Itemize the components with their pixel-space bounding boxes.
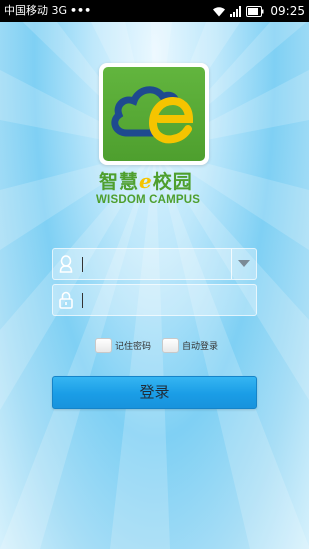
status-icons: 09:25 <box>212 0 305 22</box>
cloud-e-logo-icon <box>111 86 194 144</box>
text-cursor <box>82 293 83 308</box>
carrier-name: 中国移动 3G <box>4 4 68 17</box>
remember-password-checkbox[interactable]: 记住密码 <box>95 336 151 354</box>
auto-login-checkbox[interactable]: 自动登录 <box>162 336 218 354</box>
brand-cn-part2: 校园 <box>152 171 193 193</box>
logo-tile <box>103 67 205 161</box>
clock: 09:25 <box>270 4 305 18</box>
login-button[interactable]: 登录 <box>52 376 257 409</box>
password-field[interactable] <box>52 284 257 316</box>
brand-name-cn: 智慧e校园 <box>99 169 219 193</box>
username-field[interactable] <box>52 248 257 280</box>
wifi-icon <box>212 6 226 17</box>
login-screen: 中国移动 3G ••• 09:25 智慧e校园 WISDOM CAMPUS 记住… <box>0 0 309 549</box>
carrier-info: 中国移动 3G ••• <box>4 0 91 22</box>
brand-name-en: WISDOM CAMPUS <box>96 194 201 206</box>
account-dropdown-button[interactable] <box>231 249 256 279</box>
username-input[interactable] <box>79 252 229 276</box>
lock-icon <box>59 291 73 309</box>
more-dots: ••• <box>70 4 92 17</box>
text-cursor <box>82 257 83 272</box>
status-bar: 中国移动 3G ••• 09:25 <box>0 0 309 22</box>
auto-login-label: 自动登录 <box>182 341 219 352</box>
checkbox-box[interactable] <box>162 337 179 353</box>
app-logo <box>99 63 209 165</box>
password-input[interactable] <box>79 288 229 312</box>
battery-icon <box>246 5 264 17</box>
checkbox-box[interactable] <box>95 337 112 353</box>
user-icon <box>59 255 73 273</box>
brand-cn-part1: 智慧 <box>99 171 140 193</box>
signal-icon <box>230 5 242 17</box>
remember-password-label: 记住密码 <box>115 341 152 352</box>
brand-cn-e: e <box>139 169 153 193</box>
